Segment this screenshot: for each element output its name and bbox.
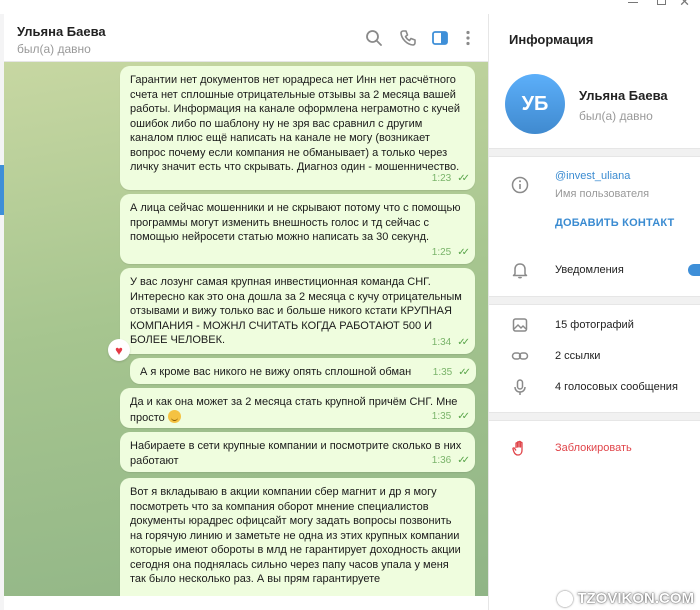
link-icon bbox=[511, 352, 529, 360]
message-bubble[interactable]: Набираете в сети крупные компании и посм… bbox=[120, 432, 475, 472]
message-text: Вот я вкладываю в акции компании сбер ма… bbox=[130, 486, 461, 585]
message-text: А лица сейчас мошенники и не скрывают по… bbox=[130, 202, 461, 243]
minimize-icon[interactable] bbox=[628, 2, 638, 3]
message-text: А я кроме вас никого не вижу опять сплош… bbox=[140, 366, 412, 378]
read-checkmarks-icon: ✓✓ bbox=[457, 410, 470, 422]
info-panel: Информация УБ Ульяна Баева был(а) давно … bbox=[488, 14, 700, 610]
message-meta: 1:25 ✓✓ bbox=[431, 246, 470, 261]
window-titlebar: ✕ bbox=[0, 0, 700, 14]
watermark-logo-icon bbox=[557, 590, 574, 607]
divider bbox=[489, 296, 700, 305]
info-panel-title: Информация bbox=[509, 32, 594, 47]
close-icon[interactable]: ✕ bbox=[679, 0, 690, 10]
divider bbox=[489, 148, 700, 157]
sidebar-toggle-icon[interactable] bbox=[430, 28, 450, 48]
message-text: Набираете в сети крупные компании и посм… bbox=[130, 440, 462, 467]
message-time: 1:23 bbox=[431, 172, 452, 184]
username-link[interactable]: @invest_uliana bbox=[555, 170, 630, 182]
read-checkmarks-icon: ✓✓ bbox=[457, 172, 470, 184]
notifications-toggle[interactable] bbox=[688, 264, 700, 276]
block-button[interactable]: Заблокировать bbox=[555, 442, 632, 454]
message-text: У вас лозунг самая крупная инвестиционна… bbox=[130, 276, 462, 346]
photos-count[interactable]: 15 фотографий bbox=[555, 319, 634, 331]
message-time: 1:25 bbox=[431, 246, 452, 258]
message-bubble[interactable]: У вас лозунг самая крупная инвестиционна… bbox=[120, 268, 475, 354]
message-meta: 1:35 ✓✓ bbox=[432, 366, 471, 381]
read-checkmarks-icon: ✓✓ bbox=[457, 246, 470, 258]
divider bbox=[489, 412, 700, 421]
heart-reaction-icon[interactable]: ♥ bbox=[108, 339, 130, 361]
phone-icon[interactable] bbox=[398, 28, 418, 48]
message-meta: 1:36 ✓✓ bbox=[431, 454, 470, 469]
read-checkmarks-icon: ✓✓ bbox=[457, 454, 470, 466]
message-meta: 1:23 ✓✓ bbox=[431, 172, 470, 187]
chat-header: Ульяна Баева был(а) давно bbox=[4, 14, 488, 62]
add-contact-button[interactable]: ДОБАВИТЬ КОНТАКТ bbox=[555, 217, 674, 229]
profile-name: Ульяна Баева bbox=[579, 88, 668, 103]
message-bubble[interactable]: А лица сейчас мошенники и не скрывают по… bbox=[120, 194, 475, 264]
block-hand-icon bbox=[512, 440, 523, 456]
info-icon bbox=[511, 176, 529, 194]
message-meta: 1:35 ✓✓ bbox=[431, 410, 470, 425]
message-bubble[interactable]: Гарантии нет документов нет юрадреса нет… bbox=[120, 66, 475, 190]
message-time: 1:34 bbox=[431, 336, 452, 348]
message-bubble[interactable]: Да и как она может за 2 месяца стать кру… bbox=[120, 388, 475, 428]
profile-status: был(а) давно bbox=[579, 109, 653, 123]
more-options-icon[interactable] bbox=[458, 28, 478, 48]
photo-icon bbox=[512, 318, 528, 332]
message-list[interactable]: Гарантии нет документов нет юрадреса нет… bbox=[4, 62, 488, 610]
message-time: 1:35 bbox=[432, 366, 453, 378]
grin-emoji-icon bbox=[167, 409, 181, 423]
read-checkmarks-icon: ✓✓ bbox=[458, 366, 471, 378]
bell-icon bbox=[512, 263, 528, 279]
chat-status: был(а) давно bbox=[17, 42, 91, 56]
voice-messages-count[interactable]: 4 голосовых сообщения bbox=[555, 381, 678, 393]
links-count[interactable]: 2 ссылки bbox=[555, 350, 600, 362]
message-input-bar[interactable] bbox=[4, 596, 488, 610]
watermark-text: TZOVIKON.COM bbox=[577, 590, 694, 607]
search-icon[interactable] bbox=[364, 28, 384, 48]
message-time: 1:35 bbox=[431, 410, 452, 422]
message-time: 1:36 bbox=[431, 454, 452, 466]
message-meta: 1:34 ✓✓ bbox=[431, 336, 470, 351]
message-text: Гарантии нет документов нет юрадреса нет… bbox=[130, 74, 460, 173]
message-bubble[interactable]: Вот я вкладываю в акции компании сбер ма… bbox=[120, 478, 475, 610]
maximize-icon[interactable] bbox=[657, 0, 666, 5]
notifications-label: Уведомления bbox=[555, 264, 624, 276]
chat-title[interactable]: Ульяна Баева bbox=[17, 24, 106, 39]
avatar[interactable]: УБ bbox=[505, 74, 565, 134]
microphone-icon bbox=[514, 379, 526, 395]
username-label: Имя пользователя bbox=[555, 188, 650, 200]
read-checkmarks-icon: ✓✓ bbox=[457, 336, 470, 348]
watermark: TZOVIKON.COM bbox=[557, 590, 694, 607]
message-bubble[interactable]: А я кроме вас никого не вижу опять сплош… bbox=[130, 358, 476, 384]
